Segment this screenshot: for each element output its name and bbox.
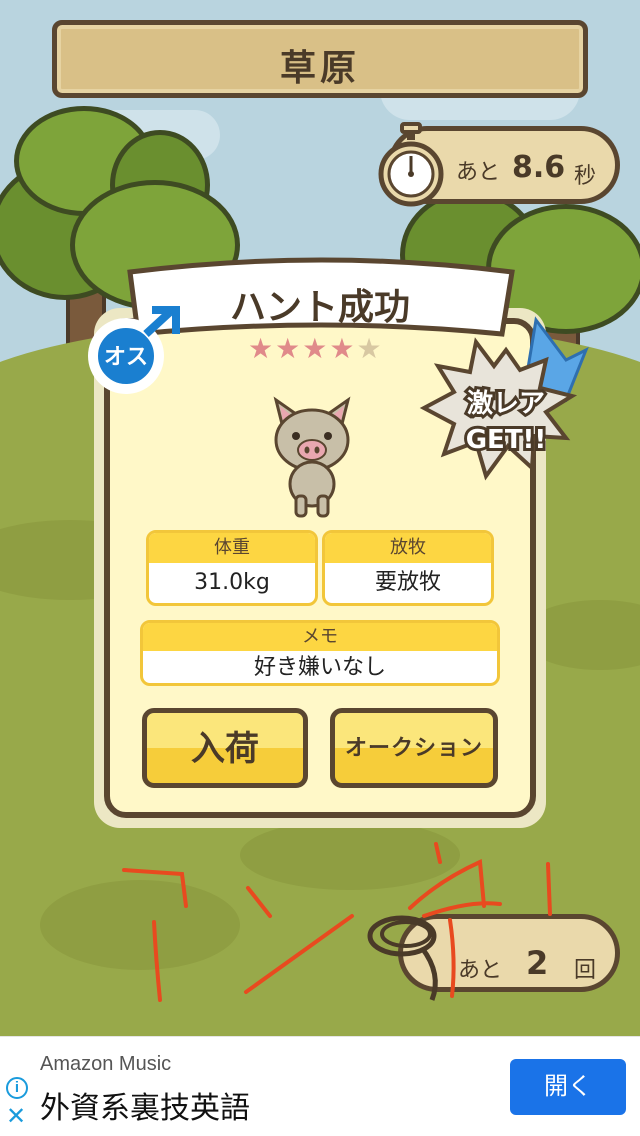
area-title: 草原 bbox=[279, 48, 360, 89]
info-icon[interactable]: i bbox=[6, 1077, 28, 1099]
auction-button[interactable]: オークション bbox=[330, 708, 498, 788]
memo-label: メモ bbox=[143, 623, 497, 651]
close-icon[interactable]: ✕ bbox=[6, 1105, 26, 1129]
gender-label: オス bbox=[104, 345, 148, 370]
remaining-prefix: あと bbox=[458, 958, 503, 983]
grazing-value: 要放牧 bbox=[374, 570, 441, 595]
store-button[interactable]: 入荷 bbox=[142, 708, 308, 788]
grazing-stat: 放牧 要放牧 bbox=[322, 530, 494, 606]
area-title-board: 草原 bbox=[52, 20, 588, 98]
grazing-label: 放牧 bbox=[325, 533, 491, 563]
rarity-stars: ★★★★★ bbox=[248, 332, 384, 365]
rare-get-badge: 激レア GET!! bbox=[419, 316, 589, 481]
remaining-unit: 回 bbox=[574, 958, 597, 983]
stopwatch-icon bbox=[378, 122, 444, 207]
grass-patch bbox=[40, 880, 240, 970]
rare-badge-line2: GET!! bbox=[466, 425, 547, 455]
star-filled-icon: ★ bbox=[329, 332, 357, 365]
memo-value: 好き嫌いなし bbox=[253, 655, 386, 680]
male-icon: オス bbox=[88, 306, 180, 394]
ad-open-button[interactable]: 開く bbox=[510, 1059, 626, 1115]
star-filled-icon: ★ bbox=[275, 332, 303, 365]
weight-label: 体重 bbox=[149, 533, 315, 563]
timer-value: 8.6 bbox=[512, 150, 566, 185]
remaining-value: 2 bbox=[526, 944, 549, 982]
ad-banner[interactable]: i ✕ Amazon Music 外資系裏技英語 開く bbox=[0, 1036, 640, 1136]
grass-patch bbox=[240, 820, 460, 890]
ad-title: 外資系裏技英語 bbox=[40, 1092, 250, 1125]
star-empty-icon: ★ bbox=[356, 332, 384, 365]
rare-badge-line1: 激レア bbox=[467, 388, 545, 419]
star-filled-icon: ★ bbox=[302, 332, 330, 365]
timer-unit: 秒 bbox=[574, 164, 597, 189]
weight-stat: 体重 31.0kg bbox=[146, 530, 318, 606]
memo-box: メモ 好き嫌いなし bbox=[140, 620, 500, 686]
pig-icon bbox=[273, 396, 351, 518]
star-filled-icon: ★ bbox=[248, 332, 276, 365]
weight-value: 31.0kg bbox=[194, 570, 270, 595]
ad-source: Amazon Music bbox=[40, 1053, 172, 1075]
timer-prefix: あと bbox=[456, 160, 501, 185]
